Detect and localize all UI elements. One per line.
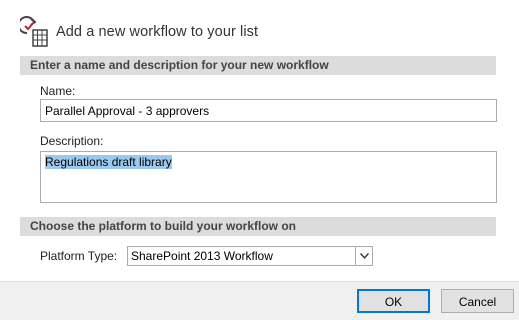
chevron-down-icon	[359, 253, 369, 259]
workflow-list-icon	[20, 16, 48, 47]
platform-type-value: SharePoint 2013 Workflow	[131, 249, 273, 263]
dialog-title: Add a new workflow to your list	[56, 24, 259, 40]
ok-button[interactable]: OK	[357, 289, 430, 313]
dropdown-button[interactable]	[355, 247, 372, 265]
description-label: Description:	[40, 134, 104, 148]
add-workflow-dialog: Add a new workflow to your list Enter a …	[0, 0, 519, 320]
name-input[interactable]	[40, 99, 497, 122]
cancel-button[interactable]: Cancel	[441, 289, 514, 313]
description-input[interactable]: Regulations draft library	[40, 151, 497, 203]
section-header-name: Enter a name and description for your ne…	[20, 56, 496, 75]
dialog-header: Add a new workflow to your list	[20, 14, 258, 50]
name-label: Name:	[40, 84, 76, 98]
description-selected-text: Regulations draft library	[45, 155, 172, 169]
dialog-footer: OK Cancel	[0, 281, 519, 320]
platform-type-select[interactable]: SharePoint 2013 Workflow	[127, 246, 373, 266]
section-header-platform: Choose the platform to build your workfl…	[20, 217, 496, 236]
platform-type-label: Platform Type:	[40, 249, 118, 263]
